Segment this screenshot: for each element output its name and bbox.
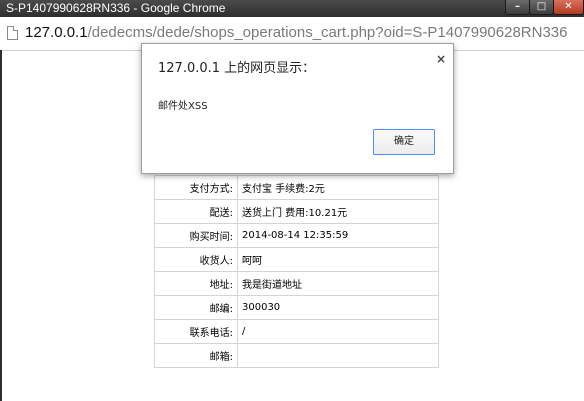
table-row: 联系电话: /	[154, 319, 439, 344]
row-value: 支付宝 手续费:2元	[237, 175, 439, 200]
ok-button[interactable]: 确定	[373, 129, 435, 155]
row-value: 送货上门 费用:10.21元	[237, 199, 439, 224]
row-label: 邮箱:	[154, 343, 238, 368]
viewport-left-edge	[0, 50, 2, 401]
row-label: 购买时间:	[154, 223, 238, 248]
table-row: 支付方式: 支付宝 手续费:2元	[154, 175, 439, 200]
row-value	[237, 343, 439, 368]
row-label: 配送:	[154, 199, 238, 224]
dialog-message: 邮件处XSS	[158, 101, 208, 112]
table-row: 地址: 我是街道地址	[154, 271, 439, 296]
url-path: /dedecms/dede/shops_operations_cart.php?…	[87, 24, 568, 41]
dialog-heading: 127.0.0.1 上的网页显示：	[158, 61, 316, 76]
maximize-button[interactable]: □	[529, 0, 554, 15]
dialog-close-icon[interactable]: ×	[436, 52, 446, 66]
order-info-table: 支付方式: 支付宝 手续费:2元 配送: 送货上门 费用:10.21元 购买时间…	[154, 175, 439, 368]
window-title: S-P1407990628RN336 - Google Chrome	[6, 1, 226, 15]
alert-dialog: 127.0.0.1 上的网页显示： × 邮件处XSS 确定	[141, 43, 454, 174]
table-row: 邮箱:	[154, 343, 439, 368]
row-value: 300030	[237, 295, 439, 320]
row-value: /	[237, 319, 439, 344]
window-title-bar: S-P1407990628RN336 - Google Chrome – □ ✕	[0, 0, 584, 17]
table-row: 购买时间: 2014-08-14 12:35:59	[154, 223, 439, 248]
row-label: 支付方式:	[154, 175, 238, 200]
table-row: 收货人: 呵呵	[154, 247, 439, 272]
row-value: 我是街道地址	[237, 271, 439, 296]
row-label: 收货人:	[154, 247, 238, 272]
row-label: 邮编:	[154, 295, 238, 320]
row-label: 联系电话:	[154, 319, 238, 344]
table-row: 配送: 送货上门 费用:10.21元	[154, 199, 439, 224]
url-host: 127.0.0.1	[25, 24, 88, 41]
table-row: 邮编: 300030	[154, 295, 439, 320]
page-icon	[7, 26, 18, 40]
row-value: 2014-08-14 12:35:59	[237, 223, 439, 248]
minimize-button[interactable]: –	[505, 0, 530, 15]
close-window-button[interactable]: ✕	[553, 0, 584, 15]
row-value: 呵呵	[237, 247, 439, 272]
url-text[interactable]: 127.0.0.1/dedecms/dede/shops_operations_…	[25, 24, 568, 41]
row-label: 地址:	[154, 271, 238, 296]
